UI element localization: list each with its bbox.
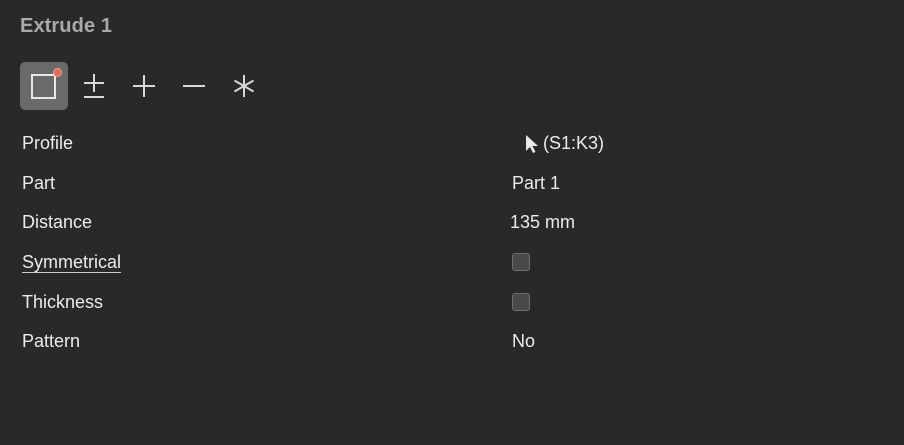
profile-label: Profile (22, 133, 74, 153)
thickness-row: Thickness (22, 287, 882, 317)
operation-toolbar (20, 62, 268, 110)
extrude-panel: Extrude 1 Profile (S1:K3) Part Part 1 Di… (0, 0, 904, 445)
symmetrical-row: Symmetrical (22, 247, 882, 277)
pattern-value[interactable]: No (512, 326, 535, 356)
thickness-checkbox[interactable] (512, 293, 530, 311)
minus-icon (180, 72, 208, 100)
thickness-checkbox-wrap (512, 287, 530, 311)
distance-label: Distance (22, 212, 93, 232)
pattern-label: Pattern (22, 331, 81, 351)
distance-value[interactable]: 135 mm (510, 207, 575, 237)
panel-title: Extrude 1 (20, 15, 113, 37)
symmetric-operation-button[interactable] (70, 62, 118, 110)
new-indicator-badge (53, 68, 62, 77)
plus-icon (130, 72, 158, 100)
part-row: Part Part 1 (22, 168, 882, 198)
symmetrical-checkbox-wrap (512, 247, 530, 271)
part-label: Part (22, 173, 56, 193)
profile-value: (S1:K3) (543, 133, 605, 153)
thickness-label: Thickness (22, 292, 104, 312)
profile-selector[interactable]: (S1:K3) (518, 128, 604, 158)
join-operation-button[interactable] (120, 62, 168, 110)
part-value[interactable]: Part 1 (512, 168, 560, 198)
distance-row: Distance 135 mm (22, 207, 882, 237)
intersect-operation-button[interactable] (220, 62, 268, 110)
cursor-arrow-icon (524, 133, 540, 153)
symmetrical-checkbox[interactable] (512, 253, 530, 271)
asterisk-icon (230, 72, 258, 100)
cut-operation-button[interactable] (170, 62, 218, 110)
pattern-row: Pattern No (22, 326, 882, 356)
plus-minus-icon (80, 72, 108, 100)
new-body-button[interactable] (20, 62, 68, 110)
profile-row: Profile (S1:K3) (22, 128, 882, 158)
symmetrical-label[interactable]: Symmetrical (22, 247, 121, 277)
